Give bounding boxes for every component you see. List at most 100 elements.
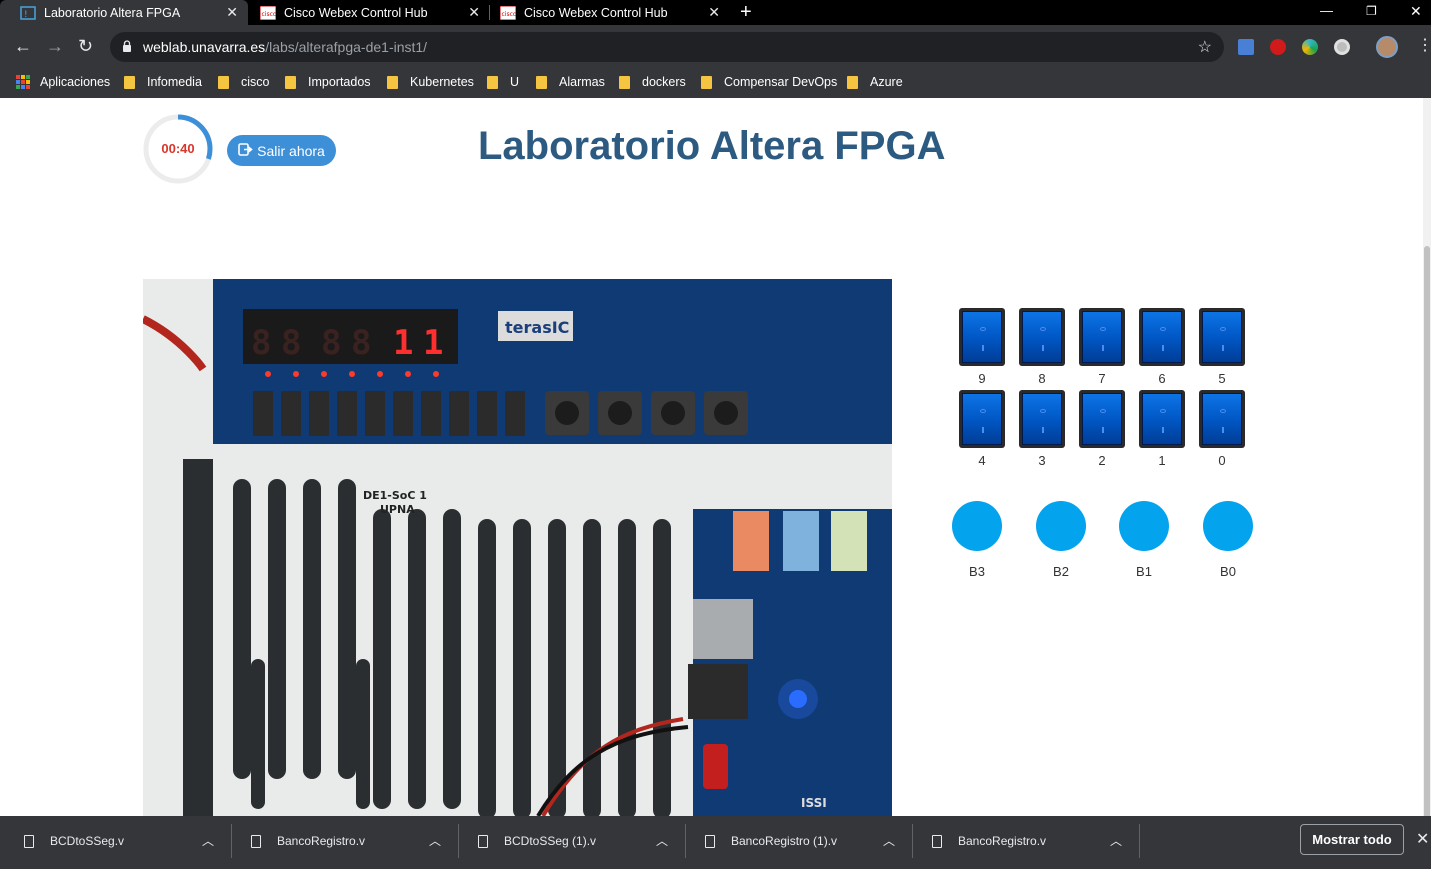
switch-9[interactable] <box>959 308 1005 366</box>
close-icon[interactable]: ✕ <box>226 4 238 21</box>
download-item[interactable]: BCDtoSSeg (1).v ︿ <box>454 816 684 866</box>
minimize-icon[interactable]: — <box>1320 0 1333 22</box>
extension-color-icon[interactable] <box>1302 39 1318 55</box>
push-button-b3[interactable] <box>952 501 1002 551</box>
download-item[interactable]: BancoRegistro.v ︿ <box>227 816 457 866</box>
switch-label: 7 <box>1098 371 1106 386</box>
chevron-up-icon[interactable]: ︿ <box>883 832 895 849</box>
translate-extension-icon[interactable] <box>1238 39 1254 55</box>
close-icon[interactable]: ✕ <box>708 4 720 21</box>
bookmark-folder[interactable]: Infomedia <box>124 72 202 92</box>
bookmark-folder[interactable]: Alarmas <box>536 72 605 92</box>
more-menu-icon[interactable]: ⋮ <box>1417 37 1431 55</box>
switch-4[interactable] <box>959 390 1005 448</box>
new-tab-icon[interactable]: + <box>740 0 752 24</box>
switch-label: 5 <box>1218 371 1226 386</box>
chevron-up-icon[interactable]: ︿ <box>429 832 441 849</box>
file-icon <box>932 834 942 848</box>
switch-3[interactable] <box>1019 390 1065 448</box>
browser-toolbar: ← → ↻ weblab.unavarra.es/labs/alterafpga… <box>0 25 1431 69</box>
forward-arrow-icon[interactable]: → <box>46 35 64 57</box>
bookmarks-bar: Aplicaciones Infomedia cisco Importados … <box>0 69 1431 98</box>
chevron-up-icon[interactable]: ︿ <box>656 832 668 849</box>
apps-grid-icon <box>16 75 30 89</box>
switch-6[interactable] <box>1139 308 1185 366</box>
download-divider <box>1139 824 1140 858</box>
close-icon[interactable]: ✕ <box>468 4 480 21</box>
exit-now-button[interactable]: Salir ahora <box>227 135 336 166</box>
switch-label: 0 <box>1218 453 1226 468</box>
tab-strip: ! Laboratorio Altera FPGA ✕ cisco Cisco … <box>0 0 1431 25</box>
bookmark-folder[interactable]: U <box>487 72 519 92</box>
switch-1[interactable] <box>1139 390 1185 448</box>
window-close-icon[interactable]: ✕ <box>1410 0 1422 22</box>
fpga-camera-feed: 8 8 8 8 1 1 terasIC DE1-SoC 1 UPNA ISSI <box>143 279 892 816</box>
page-scrollbar[interactable] <box>1423 98 1431 826</box>
extension-red-icon[interactable] <box>1270 39 1286 55</box>
switch-8[interactable] <box>1019 308 1065 366</box>
switch-7[interactable] <box>1079 308 1125 366</box>
sign-out-icon <box>238 142 253 159</box>
back-arrow-icon[interactable]: ← <box>14 35 32 57</box>
folder-icon <box>218 75 229 89</box>
chevron-up-icon[interactable]: ︿ <box>202 832 214 849</box>
svg-text:!: ! <box>24 10 28 20</box>
page-content: 00:40 Salir ahora Laboratorio Altera FPG… <box>0 98 1423 816</box>
extension-gray-icon[interactable] <box>1334 39 1350 55</box>
folder-icon <box>285 75 296 89</box>
bookmark-folder[interactable]: cisco <box>218 72 269 92</box>
bookmark-apps[interactable]: Aplicaciones <box>16 72 110 92</box>
push-button-b2[interactable] <box>1036 501 1086 551</box>
switch-label: 9 <box>978 371 986 386</box>
switch-label: 2 <box>1098 453 1106 468</box>
weblab-favicon-icon: ! <box>20 5 36 20</box>
switch-0[interactable] <box>1199 390 1245 448</box>
reload-icon[interactable]: ↻ <box>78 35 93 57</box>
file-icon <box>24 834 34 848</box>
push-button-b0[interactable] <box>1203 501 1253 551</box>
switch-label: 6 <box>1158 371 1166 386</box>
svg-text:UPNA: UPNA <box>380 503 415 516</box>
download-item[interactable]: BancoRegistro.v ︿ <box>908 816 1138 866</box>
switch-5[interactable] <box>1199 308 1245 366</box>
folder-icon <box>387 75 398 89</box>
close-icon[interactable]: ✕ <box>1416 829 1429 849</box>
bookmark-folder[interactable]: Azure <box>847 72 903 92</box>
folder-icon <box>487 75 498 89</box>
show-all-button[interactable]: Mostrar todo <box>1300 824 1404 855</box>
switch-label: 8 <box>1038 371 1046 386</box>
bookmark-folder[interactable]: Kubernetes <box>387 72 474 92</box>
bookmark-folder[interactable]: Importados <box>285 72 371 92</box>
scrollbar-thumb[interactable] <box>1424 246 1430 826</box>
svg-text:8: 8 <box>251 323 271 363</box>
push-button-label: B3 <box>969 564 985 579</box>
tab-webex-2[interactable]: cisco Cisco Webex Control Hub ✕ <box>490 0 730 25</box>
svg-text:cisco: cisco <box>262 11 277 18</box>
switch-2[interactable] <box>1079 390 1125 448</box>
push-button-b1[interactable] <box>1119 501 1169 551</box>
download-shelf: BCDtoSSeg.v ︿ BancoRegistro.v ︿ BCDtoSSe… <box>0 816 1431 869</box>
bookmark-folder[interactable]: dockers <box>619 72 686 92</box>
svg-text:1: 1 <box>393 323 413 363</box>
chevron-up-icon[interactable]: ︿ <box>1110 832 1122 849</box>
svg-text:cisco: cisco <box>502 11 517 18</box>
bookmark-folder[interactable]: Compensar DevOps <box>701 72 837 92</box>
folder-icon <box>124 75 135 89</box>
tab-laboratorio[interactable]: ! Laboratorio Altera FPGA ✕ <box>0 0 248 25</box>
download-item[interactable]: BCDtoSSeg.v ︿ <box>0 816 230 866</box>
tab-title: Cisco Webex Control Hub <box>284 5 428 20</box>
tab-webex-1[interactable]: cisco Cisco Webex Control Hub ✕ <box>250 0 490 25</box>
folder-icon <box>701 75 712 89</box>
svg-text:8: 8 <box>281 323 301 363</box>
file-icon <box>251 834 261 848</box>
timer-text: 00:40 <box>161 141 195 156</box>
switch-label: 3 <box>1038 453 1046 468</box>
avatar[interactable] <box>1376 36 1398 58</box>
bookmark-star-icon[interactable]: ☆ <box>1198 37 1212 57</box>
download-item[interactable]: BancoRegistro (1).v ︿ <box>681 816 911 866</box>
tab-title: Cisco Webex Control Hub <box>524 5 668 20</box>
address-bar[interactable]: weblab.unavarra.es/labs/alterafpga-de1-i… <box>110 32 1224 62</box>
restore-icon[interactable]: ❐ <box>1366 0 1377 22</box>
push-button-label: B0 <box>1220 564 1236 579</box>
push-button-label: B1 <box>1136 564 1152 579</box>
